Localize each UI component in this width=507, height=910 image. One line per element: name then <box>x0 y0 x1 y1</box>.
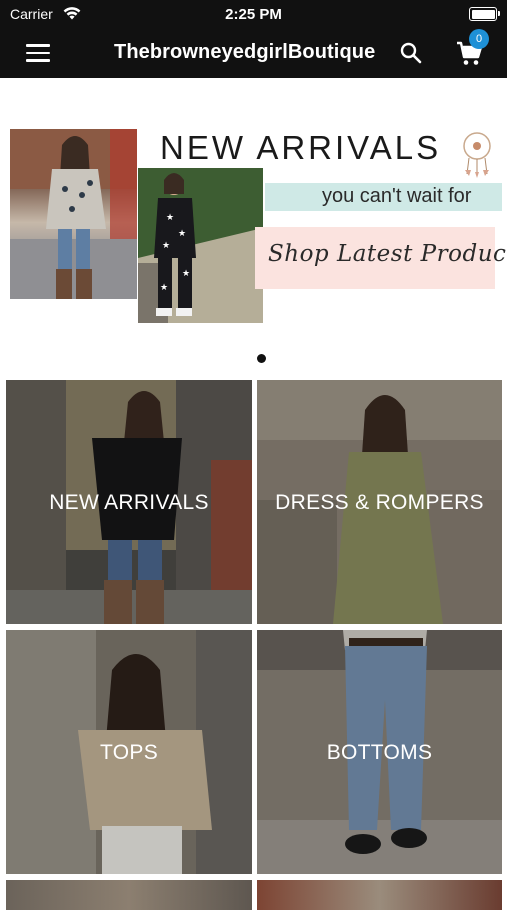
category-photo <box>257 880 502 910</box>
category-tile-more-left[interactable] <box>6 880 252 910</box>
category-tile-new-arrivals[interactable]: NEW ARRIVALS <box>6 380 252 624</box>
app-header: ThebrowneyedgirlBoutique <box>0 28 507 78</box>
category-label-tops: TOPS <box>100 741 158 764</box>
carousel-page-indicator[interactable] <box>257 354 266 363</box>
promo-banner[interactable]: ★ ★ ★ ★ ★ NEW ARRIVALS you can't wait for … <box>0 78 507 340</box>
status-time: 2:25 PM <box>225 6 282 23</box>
category-tile-more-right[interactable] <box>257 880 502 910</box>
category-tile-bottoms[interactable]: BOTTOMS <box>257 630 502 874</box>
battery-icon <box>469 7 500 21</box>
category-label-bottoms: BOTTOMS <box>326 741 433 764</box>
category-label-new-arrivals: NEW ARRIVALS <box>49 491 209 514</box>
shop-latest-label: Shop Latest Products <box>268 241 507 267</box>
banner-headline: NEW ARRIVALS <box>160 129 442 166</box>
boutique-logo <box>463 132 491 178</box>
banner-photo-model-star-set: ★ ★ ★ ★ ★ <box>138 168 263 323</box>
status-bar: Carrier 2:25 PM <box>0 0 507 28</box>
svg-text:★: ★ <box>166 212 174 222</box>
svg-text:★: ★ <box>160 282 168 292</box>
svg-text:★: ★ <box>182 268 190 278</box>
category-label-dress-rompers: DRESS & ROMPERS <box>275 491 484 514</box>
category-tile-dress-rompers[interactable]: DRESS & ROMPERS <box>257 380 502 624</box>
banner-tagline: you can't wait for <box>322 185 472 207</box>
banner-photo-model-sweater <box>10 129 137 299</box>
store-title: ThebrowneyedgirlBoutique <box>114 41 376 63</box>
category-tile-tops[interactable]: TOPS <box>6 630 252 874</box>
hamburger-menu-icon[interactable] <box>26 43 50 63</box>
category-photo <box>6 880 252 910</box>
cart-count-badge: 0 <box>469 29 489 49</box>
svg-text:★: ★ <box>178 228 186 238</box>
svg-text:★: ★ <box>162 240 170 250</box>
search-icon[interactable] <box>399 41 423 65</box>
